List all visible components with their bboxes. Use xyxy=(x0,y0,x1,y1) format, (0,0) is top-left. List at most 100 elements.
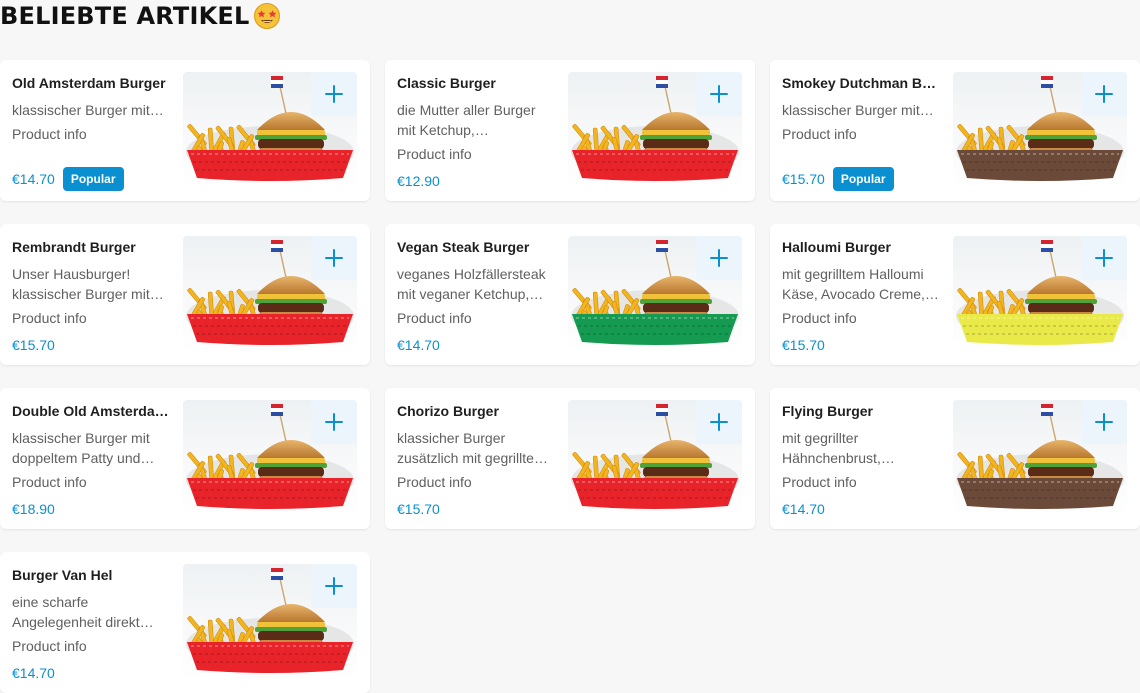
product-description: klassischer Burger mit doppeltem Patty u… xyxy=(12,430,155,466)
plus-icon xyxy=(1095,249,1113,267)
product-image xyxy=(568,72,742,188)
product-info-link[interactable]: Product info xyxy=(782,124,942,144)
product-name: Double Old Amsterda… xyxy=(12,403,169,419)
price-row: €12.90 xyxy=(397,171,440,191)
add-to-cart-button[interactable] xyxy=(696,400,742,444)
product-text: Old Amsterdam Burger klassischer Burger … xyxy=(12,73,172,191)
product-name: Classic Burger xyxy=(397,75,496,91)
product-info-link[interactable]: Product info xyxy=(397,308,557,328)
product-card[interactable]: Rembrandt Burger Unser Hausburger! klass… xyxy=(0,224,370,365)
product-price: €14.70 xyxy=(782,501,825,517)
product-card[interactable]: Vegan Steak Burger veganes Holzfällerste… xyxy=(385,224,755,365)
add-to-cart-button[interactable] xyxy=(696,236,742,280)
product-price: €14.70 xyxy=(12,171,55,187)
product-text: Burger Van Hel eine scharfe Angelegenhei… xyxy=(12,565,172,683)
plus-icon xyxy=(325,577,343,595)
plus-icon xyxy=(710,85,728,103)
product-description: mit gegrillter Hähnchenbrust,… xyxy=(782,430,895,466)
product-image xyxy=(183,72,357,188)
product-text: Flying Burger mit gegrillter Hähnchenbru… xyxy=(782,401,942,519)
product-price: €14.70 xyxy=(12,665,55,681)
add-to-cart-button[interactable] xyxy=(311,400,357,444)
add-to-cart-button[interactable] xyxy=(311,564,357,608)
product-image xyxy=(183,400,357,516)
product-description: veganes Holzfällersteak mit veganer Ketc… xyxy=(397,266,546,302)
price-row: €14.70 xyxy=(12,663,55,683)
plus-icon xyxy=(1095,413,1113,431)
product-card[interactable]: Old Amsterdam Burger klassischer Burger … xyxy=(0,60,370,201)
add-to-cart-button[interactable] xyxy=(1081,236,1127,280)
product-image xyxy=(183,564,357,680)
add-to-cart-button[interactable] xyxy=(1081,400,1127,444)
product-info-link[interactable]: Product info xyxy=(12,472,172,492)
product-price: €15.70 xyxy=(782,337,825,353)
product-info-link[interactable]: Product info xyxy=(12,636,172,656)
product-info-link[interactable]: Product info xyxy=(397,144,557,164)
product-price: €15.70 xyxy=(397,501,440,517)
price-row: €15.70 xyxy=(397,499,440,519)
plus-icon xyxy=(325,85,343,103)
product-name: Smokey Dutchman Bu… xyxy=(782,75,942,91)
product-card[interactable]: Flying Burger mit gegrillter Hähnchenbru… xyxy=(770,388,1140,529)
plus-icon xyxy=(325,413,343,431)
product-price: €18.90 xyxy=(12,501,55,517)
star-struck-emoji-icon xyxy=(254,3,281,29)
price-row: €15.70 xyxy=(782,335,825,355)
product-image xyxy=(183,236,357,352)
product-price: €12.90 xyxy=(397,173,440,189)
product-info-link[interactable]: Product info xyxy=(397,472,557,492)
product-image xyxy=(953,400,1127,516)
product-description: eine scharfe Angelegenheit direkt… xyxy=(12,594,154,630)
product-description: mit gegrilltem Halloumi Käse, Avocado Cr… xyxy=(782,266,939,302)
product-info-link[interactable]: Product info xyxy=(782,308,942,328)
product-card[interactable]: Chorizo Burger klassicher Burger zusätzl… xyxy=(385,388,755,529)
plus-icon xyxy=(710,413,728,431)
product-text: Chorizo Burger klassicher Burger zusätzl… xyxy=(397,401,557,519)
product-price: €15.70 xyxy=(12,337,55,353)
add-to-cart-button[interactable] xyxy=(1081,72,1127,116)
product-image xyxy=(568,236,742,352)
product-image xyxy=(568,400,742,516)
popular-items-grid: Old Amsterdam Burger klassischer Burger … xyxy=(0,60,1140,693)
plus-icon xyxy=(1095,85,1113,103)
section-title: BELIEBTE ARTIKEL xyxy=(0,2,250,30)
product-text: Smokey Dutchman Bu… klassischer Burger m… xyxy=(782,73,942,191)
product-description: klassischer Burger mit… xyxy=(782,102,934,118)
product-card[interactable]: Halloumi Burger mit gegrilltem Halloumi … xyxy=(770,224,1140,365)
product-card[interactable]: Smokey Dutchman Bu… klassischer Burger m… xyxy=(770,60,1140,201)
section-header: BELIEBTE ARTIKEL xyxy=(0,2,281,30)
plus-icon xyxy=(710,249,728,267)
price-row: €18.90 xyxy=(12,499,55,519)
product-price: €15.70 xyxy=(782,171,825,187)
product-description: Unser Hausburger! klassischer Burger mit… xyxy=(12,266,164,302)
product-card[interactable]: Classic Burger die Mutter aller Burger m… xyxy=(385,60,755,201)
price-row: €15.70 xyxy=(12,335,55,355)
product-description: klassicher Burger zusätzlich mit gegrill… xyxy=(397,430,548,466)
popular-badge: Popular xyxy=(832,167,894,191)
product-name: Flying Burger xyxy=(782,403,874,419)
product-text: Vegan Steak Burger veganes Holzfällerste… xyxy=(397,237,557,355)
price-row: €15.70 Popular xyxy=(782,167,894,191)
price-row: €14.70 xyxy=(782,499,825,519)
product-name: Burger Van Hel xyxy=(12,567,113,583)
product-info-link[interactable]: Product info xyxy=(12,308,172,328)
product-name: Chorizo Burger xyxy=(397,403,499,419)
add-to-cart-button[interactable] xyxy=(311,236,357,280)
price-row: €14.70 xyxy=(397,335,440,355)
product-name: Old Amsterdam Burger xyxy=(12,75,166,91)
product-name: Vegan Steak Burger xyxy=(397,239,530,255)
product-info-link[interactable]: Product info xyxy=(12,124,172,144)
plus-icon xyxy=(325,249,343,267)
product-text: Rembrandt Burger Unser Hausburger! klass… xyxy=(12,237,172,355)
product-info-link[interactable]: Product info xyxy=(782,472,942,492)
product-card[interactable]: Burger Van Hel eine scharfe Angelegenhei… xyxy=(0,552,370,693)
product-image xyxy=(953,72,1127,188)
product-card[interactable]: Double Old Amsterda… klassischer Burger … xyxy=(0,388,370,529)
product-name: Halloumi Burger xyxy=(782,239,891,255)
product-text: Classic Burger die Mutter aller Burger m… xyxy=(397,73,557,191)
add-to-cart-button[interactable] xyxy=(696,72,742,116)
product-price: €14.70 xyxy=(397,337,440,353)
popular-badge: Popular xyxy=(62,167,124,191)
add-to-cart-button[interactable] xyxy=(311,72,357,116)
product-description: klassischer Burger mit… xyxy=(12,102,164,118)
